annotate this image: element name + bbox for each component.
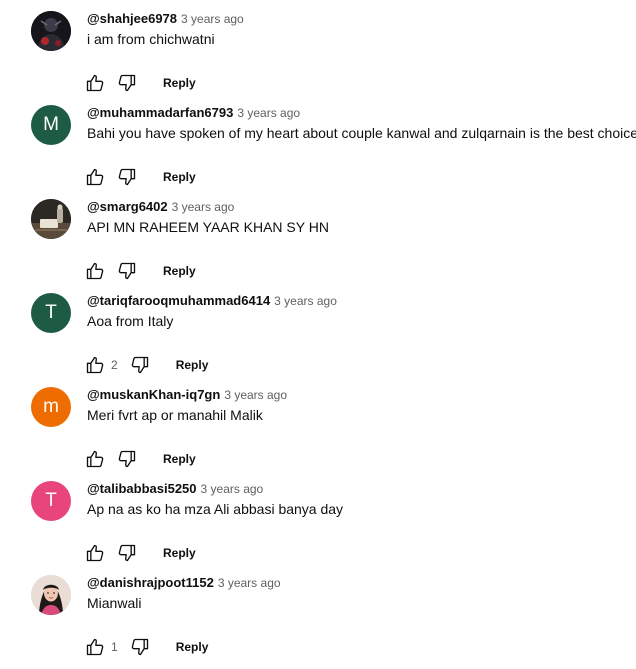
comment-header: @danishrajpoot1152 3 years ago: [87, 575, 281, 591]
comment-header: @muskanKhan-iq7gn 3 years ago: [87, 387, 287, 403]
comment-timestamp[interactable]: 3 years ago: [172, 200, 235, 214]
comment-text: Bahi you have spoken of my heart about c…: [87, 125, 636, 141]
avatar-letter: M: [43, 114, 59, 135]
comment-header: @tariqfarooqmuhammad6414 3 years ago: [87, 293, 337, 309]
comment-header: @shahjee6978 3 years ago: [87, 11, 244, 27]
comment-text: i am from chichwatni: [87, 31, 215, 47]
dislike-icon[interactable]: [117, 449, 137, 469]
comment-timestamp[interactable]: 3 years ago: [201, 482, 264, 496]
comment-item: @smarg6402 3 years ago API MN RAHEEM YAAR …: [0, 199, 636, 293]
dislike-icon[interactable]: [117, 73, 137, 93]
avatar[interactable]: [31, 575, 71, 615]
dislike-icon[interactable]: [117, 543, 137, 563]
comment-text: Aoa from Italy: [87, 313, 174, 329]
avatar[interactable]: [31, 199, 71, 239]
comment-header: @talibabbasi5250 3 years ago: [87, 481, 263, 497]
comment-actions: Reply: [85, 261, 196, 281]
comment-item: T @tariqfarooqmuhammad6414 3 years ago Aoa …: [0, 293, 636, 387]
like-icon[interactable]: [85, 261, 105, 281]
avatar[interactable]: [31, 11, 71, 51]
reply-button[interactable]: Reply: [176, 358, 209, 372]
comment-header: @smarg6402 3 years ago: [87, 199, 234, 215]
comment-timestamp[interactable]: 3 years ago: [274, 294, 337, 308]
comment-timestamp[interactable]: 3 years ago: [237, 106, 300, 120]
dislike-icon[interactable]: [117, 167, 137, 187]
like-icon[interactable]: [85, 543, 105, 563]
comment-header: @muhammadarfan6793 3 years ago: [87, 105, 300, 121]
reply-button[interactable]: Reply: [163, 452, 196, 466]
comment-author[interactable]: @smarg6402: [87, 199, 168, 214]
avatar[interactable]: T: [31, 293, 71, 333]
comment-item: @shahjee6978 3 years ago i am from chichwa…: [0, 11, 636, 105]
avatar[interactable]: M: [31, 105, 71, 145]
comment-author[interactable]: @tariqfarooqmuhammad6414: [87, 293, 270, 308]
comment-author[interactable]: @danishrajpoot1152: [87, 575, 214, 590]
comment-author[interactable]: @muskanKhan-iq7gn: [87, 387, 220, 402]
comment-item: @danishrajpoot1152 3 years ago Mianwali 1 Re…: [0, 575, 636, 669]
avatar-letter: T: [45, 490, 57, 511]
avatar[interactable]: T: [31, 481, 71, 521]
comment-actions: Reply: [85, 543, 196, 563]
like-icon[interactable]: [85, 167, 105, 187]
comment-actions: Reply: [85, 449, 196, 469]
dislike-icon[interactable]: [130, 355, 150, 375]
comment-author[interactable]: @muhammadarfan6793: [87, 105, 233, 120]
comment-text: Meri fvrt ap or manahil Malik: [87, 407, 263, 423]
like-count: 2: [111, 358, 118, 372]
like-icon[interactable]: [85, 73, 105, 93]
comment-text: Mianwali: [87, 595, 142, 611]
like-icon[interactable]: [85, 637, 105, 657]
like-icon[interactable]: [85, 355, 105, 375]
comment-timestamp[interactable]: 3 years ago: [181, 12, 244, 26]
avatar[interactable]: m: [31, 387, 71, 427]
comment-actions: 1 Reply: [85, 637, 208, 657]
comment-actions: Reply: [85, 167, 196, 187]
comment-timestamp[interactable]: 3 years ago: [218, 576, 281, 590]
reply-button[interactable]: Reply: [163, 76, 196, 90]
comment-item: M @muhammadarfan6793 3 years ago Bahi you h…: [0, 105, 636, 199]
comment-actions: Reply: [85, 73, 196, 93]
comment-text: API MN RAHEEM YAAR KHAN SY HN: [87, 219, 329, 235]
avatar-letter: m: [43, 396, 59, 417]
comment-actions: 2 Reply: [85, 355, 208, 375]
reply-button[interactable]: Reply: [163, 546, 196, 560]
comment-author[interactable]: @shahjee6978: [87, 11, 177, 26]
like-count: 1: [111, 640, 118, 654]
comment-item: m @muskanKhan-iq7gn 3 years ago Meri fvrt a…: [0, 387, 636, 481]
avatar-letter: T: [45, 302, 57, 323]
comment-author[interactable]: @talibabbasi5250: [87, 481, 197, 496]
comment-timestamp[interactable]: 3 years ago: [224, 388, 287, 402]
dislike-icon[interactable]: [130, 637, 150, 657]
comment-text: Ap na as ko ha mza Ali abbasi banya day: [87, 501, 344, 517]
comment-item: T @talibabbasi5250 3 years ago Ap na as ko …: [0, 481, 636, 575]
reply-button[interactable]: Reply: [163, 170, 196, 184]
like-icon[interactable]: [85, 449, 105, 469]
dislike-icon[interactable]: [117, 261, 137, 281]
reply-button[interactable]: Reply: [176, 640, 209, 654]
reply-button[interactable]: Reply: [163, 264, 196, 278]
